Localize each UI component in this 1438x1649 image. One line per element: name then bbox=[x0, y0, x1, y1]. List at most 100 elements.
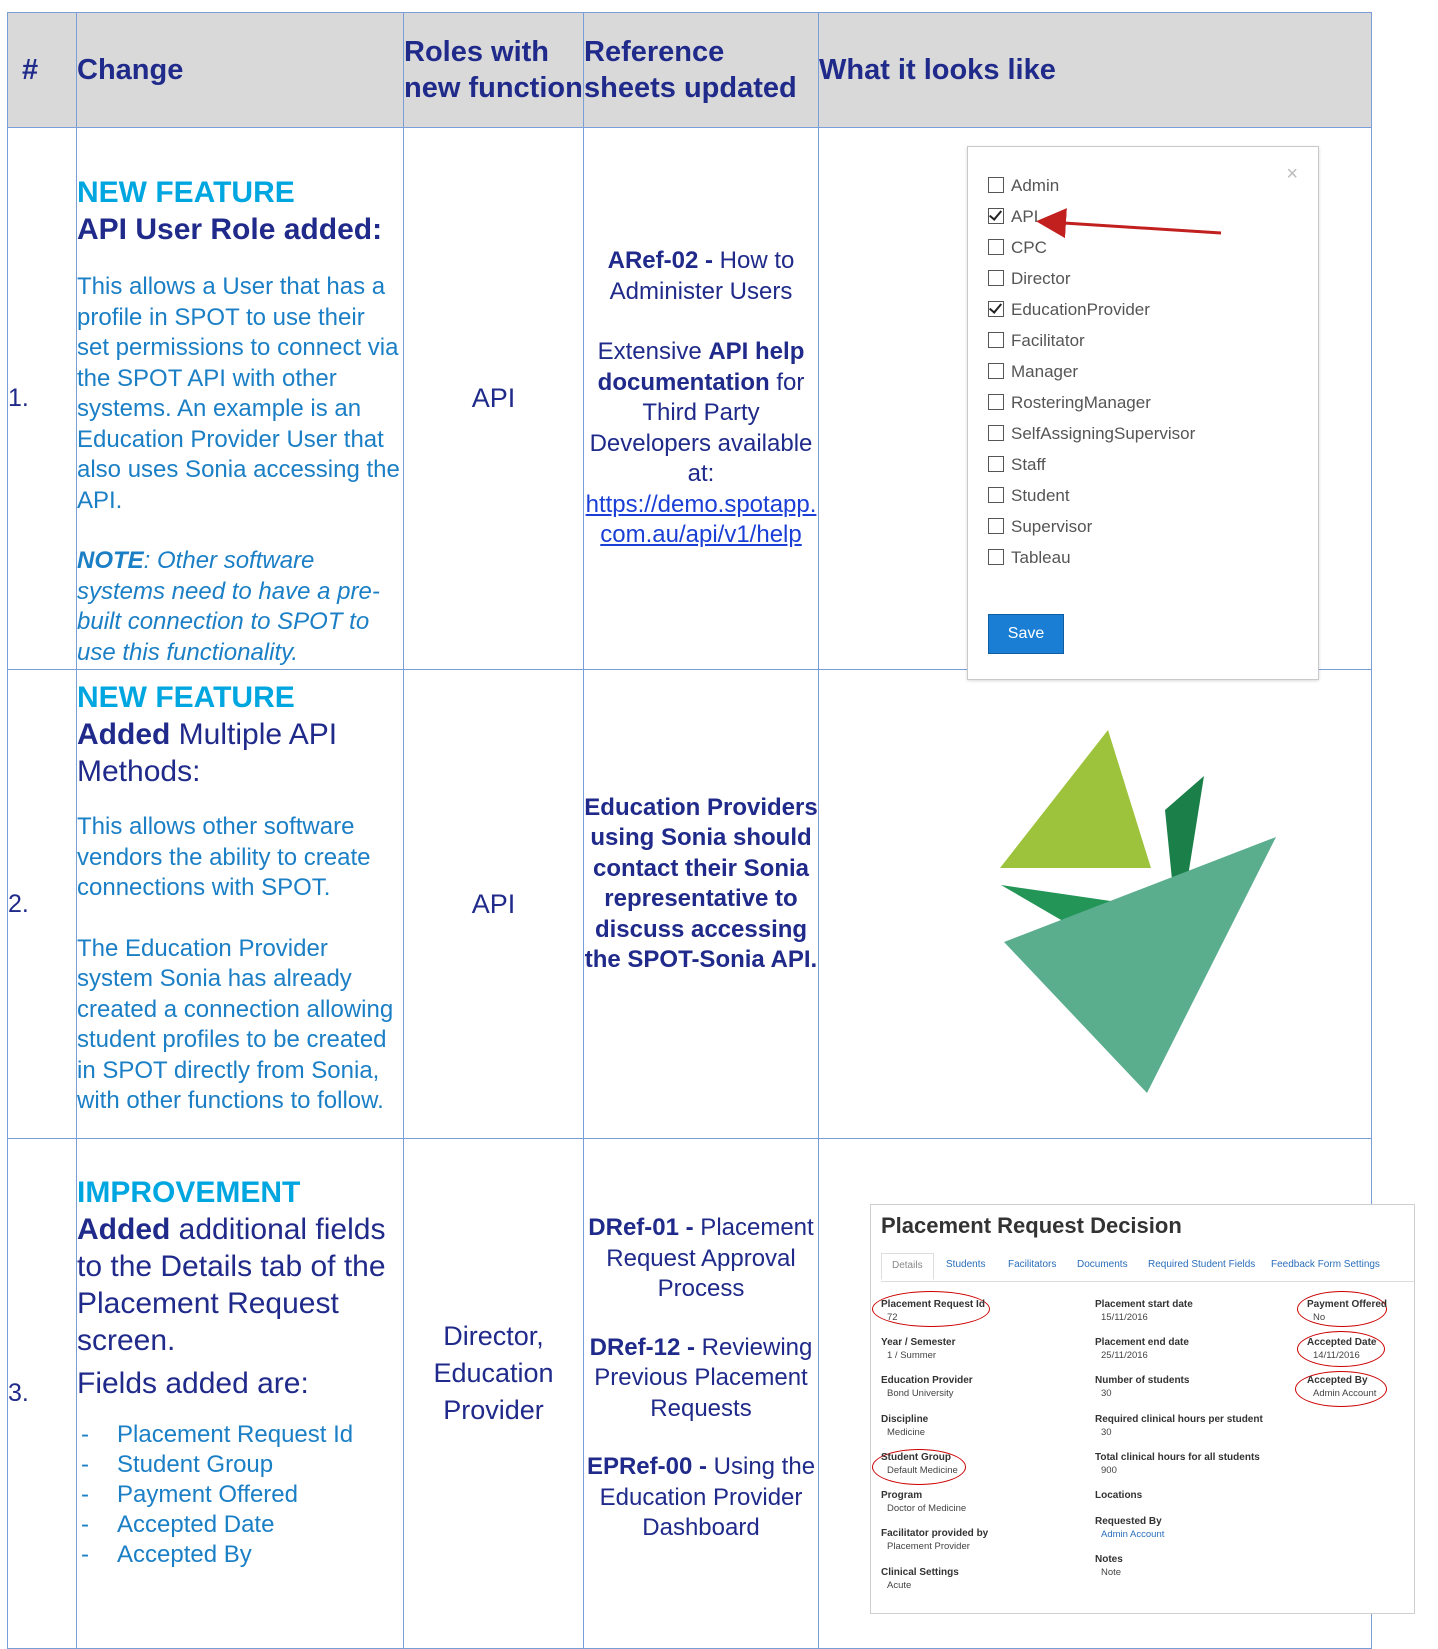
change-title: Added Multiple API Methods: bbox=[77, 716, 403, 790]
field-label: Placement end date bbox=[1095, 1337, 1189, 1348]
field-value: Doctor of Medicine bbox=[887, 1503, 967, 1514]
field-label: Year / Semester bbox=[881, 1337, 956, 1348]
list-dash: - bbox=[81, 1451, 89, 1478]
role-checkbox[interactable] bbox=[988, 394, 1004, 410]
field-value: 30 bbox=[1101, 1427, 1112, 1438]
ref-item: ARef-02 - How to Administer Users bbox=[584, 246, 818, 307]
change-title-verb: Added bbox=[77, 718, 171, 751]
change-description: This allows other software vendors the a… bbox=[77, 813, 371, 901]
role-option-facilitator[interactable]: Facilitator bbox=[988, 331, 1085, 351]
panel-title: Placement Request Decision bbox=[881, 1213, 1182, 1238]
field-value: Medicine bbox=[887, 1427, 926, 1438]
feature-tag: IMPROVEMENT bbox=[77, 1176, 301, 1209]
tab-facilitators[interactable]: Facilitators bbox=[1008, 1259, 1056, 1270]
tab-feedback-form-settings[interactable]: Feedback Form Settings bbox=[1271, 1259, 1380, 1270]
field-label: Discipline bbox=[881, 1414, 929, 1425]
col-header-number: # bbox=[7, 12, 77, 128]
role-option-supervisor[interactable]: Supervisor bbox=[988, 517, 1092, 537]
col-header-refs: Reference sheets updated bbox=[583, 12, 819, 128]
field-label: Notes bbox=[1095, 1554, 1123, 1565]
role-checkbox[interactable] bbox=[988, 177, 1004, 193]
api-help-link-line1[interactable]: https://demo.spotapp. bbox=[586, 491, 817, 518]
row-number: 3. bbox=[7, 1138, 77, 1649]
field-label: Facilitator provided by bbox=[881, 1528, 989, 1539]
field-value: 900 bbox=[1101, 1465, 1117, 1476]
row-number: 2. bbox=[7, 669, 77, 1139]
logo-triangle-1 bbox=[1000, 730, 1151, 868]
field-label: Required clinical hours per student bbox=[1095, 1414, 1263, 1425]
note-label: NOTE bbox=[77, 547, 144, 574]
save-button[interactable]: Save bbox=[988, 614, 1064, 654]
role-checkbox[interactable] bbox=[988, 487, 1004, 503]
field-label: Placement start date bbox=[1095, 1299, 1193, 1310]
role-checkbox[interactable] bbox=[988, 239, 1004, 255]
role-checkbox[interactable] bbox=[988, 208, 1004, 224]
list-dash: - bbox=[81, 1481, 89, 1508]
field-name: Student Group bbox=[117, 1451, 274, 1478]
tab-required-student-fields[interactable]: Required Student Fields bbox=[1148, 1259, 1255, 1270]
role-checkbox[interactable] bbox=[988, 518, 1004, 534]
roles-cell: Director, Education Provider bbox=[403, 1138, 584, 1649]
field-value: Acute bbox=[887, 1580, 912, 1591]
field-list-item: - Placement Request Id bbox=[77, 1420, 403, 1450]
field-name: Payment Offered bbox=[117, 1481, 298, 1508]
role-label: Admin bbox=[1011, 176, 1060, 195]
role-label: Staff bbox=[1011, 455, 1046, 474]
change-cell: IMPROVEMENT Added additional fields to t… bbox=[76, 1138, 404, 1649]
change-description: The Education Provider system Sonia has … bbox=[77, 934, 394, 1115]
role-checkbox[interactable] bbox=[988, 270, 1004, 286]
role-option-staff[interactable]: Staff bbox=[988, 455, 1046, 475]
role-checkbox[interactable] bbox=[988, 332, 1004, 348]
role-option-admin[interactable]: Admin bbox=[988, 176, 1059, 196]
col-header-roles: Roles with new function bbox=[403, 12, 584, 128]
close-icon[interactable]: × bbox=[1286, 163, 1298, 186]
ref-code: ARef-02 - bbox=[607, 247, 713, 275]
tab-documents[interactable]: Documents bbox=[1077, 1259, 1128, 1270]
role-option-api[interactable]: API bbox=[988, 207, 1038, 227]
list-dash: - bbox=[81, 1421, 89, 1448]
ref-item: EPRef-00 - Using the Education Provider … bbox=[584, 1452, 818, 1544]
change-cell: NEW FEATURE API User Role added: This al… bbox=[76, 127, 404, 670]
feature-tag: NEW FEATURE bbox=[77, 176, 295, 209]
role-option-director[interactable]: Director bbox=[988, 269, 1071, 289]
role-checkbox[interactable] bbox=[988, 301, 1004, 317]
role-checkbox[interactable] bbox=[988, 363, 1004, 379]
role-option-student[interactable]: Student bbox=[988, 486, 1070, 506]
field-label: Placement Request Id bbox=[881, 1299, 985, 1310]
role-option-rosteringmanager[interactable]: RosteringManager bbox=[988, 393, 1151, 413]
field-value: 25/11/2016 bbox=[1101, 1350, 1148, 1361]
field-value: Default Medicine bbox=[887, 1465, 958, 1476]
role-option-manager[interactable]: Manager bbox=[988, 362, 1078, 382]
field-label: Program bbox=[881, 1490, 923, 1501]
field-value: 15/11/2016 bbox=[1101, 1312, 1148, 1323]
role-option-educationprovider[interactable]: EducationProvider bbox=[988, 300, 1150, 320]
field-label: Number of students bbox=[1095, 1375, 1190, 1386]
tab-students[interactable]: Students bbox=[946, 1259, 985, 1270]
field-value[interactable]: Admin Account bbox=[1101, 1529, 1164, 1541]
role-checkbox[interactable] bbox=[988, 456, 1004, 472]
tab-details[interactable]: Details bbox=[881, 1253, 934, 1280]
api-help-link-line2[interactable]: com.au/api/v1/help bbox=[600, 521, 801, 548]
role-label: RosteringManager bbox=[1011, 393, 1151, 412]
field-label: Requested By bbox=[1095, 1516, 1162, 1527]
role-option-selfassigningsupervisor[interactable]: SelfAssigningSupervisor bbox=[988, 424, 1195, 444]
api-help-text-a: Extensive bbox=[597, 338, 709, 366]
field-label: Education Provider bbox=[881, 1375, 973, 1386]
roles-cell: API bbox=[403, 669, 584, 1139]
field-list-item: - Student Group bbox=[77, 1450, 403, 1480]
change-title: API User Role added: bbox=[77, 213, 383, 246]
refs-cell: ARef-02 - How to Administer Users Extens… bbox=[583, 127, 819, 670]
field-list-item: - Accepted Date bbox=[77, 1510, 403, 1540]
field-label: Accepted By bbox=[1307, 1375, 1368, 1386]
field-value: 1 / Summer bbox=[887, 1350, 937, 1361]
role-label: Facilitator bbox=[1011, 331, 1085, 350]
list-dash: - bbox=[81, 1541, 89, 1568]
placement-request-panel: Placement Request Decision Details Stude… bbox=[870, 1204, 1415, 1614]
api-help-link[interactable]: https://demo.spotapp. com.au/api/v1/help bbox=[584, 490, 818, 551]
arrow-annotation bbox=[1036, 208, 1222, 239]
role-option-tableau[interactable]: Tableau bbox=[988, 548, 1071, 568]
field-value: 14/11/2016 bbox=[1313, 1350, 1360, 1361]
role-checkbox[interactable] bbox=[988, 549, 1004, 565]
change-title-verb: Added bbox=[77, 1213, 171, 1246]
role-checkbox[interactable] bbox=[988, 425, 1004, 441]
